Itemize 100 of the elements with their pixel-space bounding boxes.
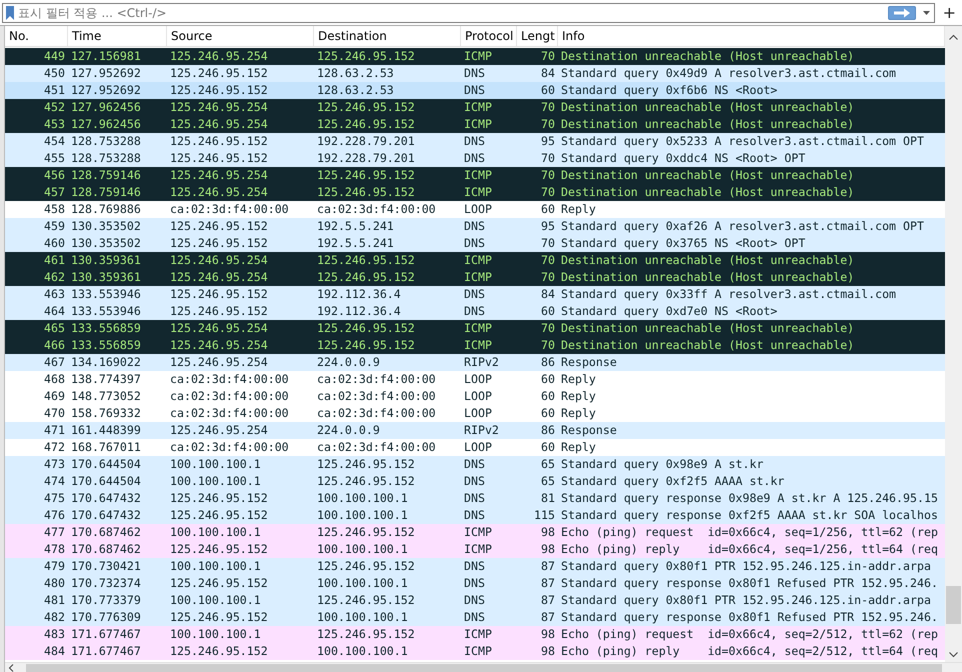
horizontal-scrollbar[interactable] [5,662,962,672]
table-cell-text: 60 [540,405,556,422]
packet-row[interactable]: 482 170.776309 125.246.95.152 100.100.100.1 DNS 87 Standard query response 0x80f1 Refused PTR 152.95.246. [5,609,945,626]
packet-row[interactable]: 449 127.156981 125.246.95.254 125.246.95.152 ICMP 70 Destination unreachable (Host unreachable) [5,48,945,65]
table-cell-text: 70 [540,320,556,337]
scroll-left-icon[interactable] [8,664,14,672]
packet-row[interactable]: 464 133.553946 125.246.95.152 192.112.36.4 DNS 60 Standard query 0xd7e0 NS <Root> [5,303,945,320]
table-cell-text: 60 [540,201,556,218]
table-cell-text: Echo (ping) request id=0x66c4, seq=2/512, ttl=62 (rep [560,626,939,643]
table-cell-text: 125.246.95.152 [169,82,269,99]
table-cell-text: 128.753288 [70,133,142,150]
table-cell-text: 125.246.95.152 [169,235,269,252]
column-header[interactable]: Destination [314,26,461,46]
packet-row[interactable]: 479 170.730421 100.100.100.1 125.246.95.152 DNS 87 Standard query 0x80f1 PTR 152.95.246.125.in-addr.arpa [5,558,945,575]
table-cell-text: DNS [463,303,486,320]
column-header[interactable]: Protocol [461,26,517,46]
arrow-right-icon [892,8,911,18]
packet-row[interactable]: 475 170.647432 125.246.95.152 100.100.100.1 DNS 81 Standard query response 0x98e9 A st.kr A 125.246.95.15 [5,490,945,507]
column-header[interactable]: Source [167,26,314,46]
packet-row[interactable]: 484 171.677467 125.246.95.152 100.100.100.1 ICMP 98 Echo (ping) reply id=0x66c4, seq=2/512, ttl=64 (req [5,643,945,660]
column-header[interactable]: Time [68,26,167,46]
table-cell-text: ca:02:3d:f4:00:00 [169,439,290,456]
table-cell-text: 70 [540,269,556,286]
table-cell-text: Standard query 0xd7e0 NS <Root> [560,303,778,320]
packet-row[interactable]: 459 130.353502 125.246.95.152 192.5.5.241 DNS 95 Standard query 0xaf26 A resolver3.ast.ctmail.com OPT [5,218,945,235]
packet-row[interactable]: 481 170.773379 100.100.100.1 125.246.95.152 DNS 87 Standard query 0x80f1 PTR 152.95.246.125.in-addr.arpa [5,592,945,609]
column-header[interactable]: Lengt [517,26,558,46]
table-cell-text: 192.112.36.4 [316,286,402,303]
packet-row[interactable]: 453 127.962456 125.246.95.254 125.246.95.152 ICMP 70 Destination unreachable (Host unreachable) [5,116,945,133]
scroll-thumb[interactable] [26,664,942,672]
table-cell-text: 125.246.95.152 [169,286,269,303]
table-cell-text: 100.100.100.1 [169,558,262,575]
table-cell-text: 455 [43,150,66,167]
table-cell-text: 465 [43,320,66,337]
table-cell-text: 461 [43,252,66,269]
table-cell-text: 125.246.95.152 [316,48,416,65]
packet-row[interactable]: 463 133.553946 125.246.95.152 192.112.36.4 DNS 84 Standard query 0x33ff A resolver3.ast.ctmail.com [5,286,945,303]
table-cell-text: DNS [463,65,486,82]
table-cell-text: 86 [540,354,556,371]
table-cell-text: 127.962456 [70,116,142,133]
table-cell-text: DNS [463,507,486,524]
packet-row[interactable]: 460 130.353502 125.246.95.152 192.5.5.241 DNS 70 Standard query 0x3765 NS <Root> OPT [5,235,945,252]
packet-row[interactable]: 456 128.759146 125.246.95.254 125.246.95.152 ICMP 70 Destination unreachable (Host unreachable) [5,167,945,184]
table-cell-text: ca:02:3d:f4:00:00 [169,201,290,218]
table-cell-text: 460 [43,235,66,252]
table-cell-text: DNS [463,456,486,473]
table-cell-text: Reply [560,201,597,218]
scroll-thumb[interactable] [946,586,961,624]
table-cell-text: 128.759146 [70,167,142,184]
table-cell-text: 469 [43,388,66,405]
table-cell-text: 170.687462 [70,524,142,541]
packet-row[interactable]: 455 128.753288 125.246.95.152 192.228.79.201 DNS 70 Standard query 0xddc4 NS <Root> OPT [5,150,945,167]
table-cell-text: 170.730421 [70,558,142,575]
packet-row[interactable]: 454 128.753288 125.246.95.152 192.228.79.201 DNS 95 Standard query 0x5233 A resolver3.ast.ctmail.com OPT [5,133,945,150]
table-cell-text: 100.100.100.1 [316,541,409,558]
table-cell-text: ca:02:3d:f4:00:00 [169,405,290,422]
vertical-scrollbar[interactable] [945,26,962,662]
packet-row[interactable]: 474 170.644504 100.100.100.1 125.246.95.152 DNS 65 Standard query 0xf2f5 AAAA st.kr [5,473,945,490]
table-cell-text: 128.63.2.53 [316,65,395,82]
packet-row[interactable]: 466 133.556859 125.246.95.254 125.246.95.152 ICMP 70 Destination unreachable (Host unreachable) [5,337,945,354]
packet-row[interactable]: 480 170.732374 125.246.95.152 100.100.100.1 DNS 87 Standard query response 0x80f1 Refused PTR 152.95.246. [5,575,945,592]
table-cell-text: 65 [540,456,556,473]
table-cell-text: RIPv2 [463,354,500,371]
packet-row[interactable]: 452 127.962456 125.246.95.254 125.246.95.152 ICMP 70 Destination unreachable (Host unreachable) [5,99,945,116]
packet-row[interactable]: 467 134.169022 125.246.95.254 224.0.0.9 RIPv2 86 Response [5,354,945,371]
packet-row[interactable]: 477 170.687462 100.100.100.1 125.246.95.152 ICMP 98 Echo (ping) request id=0x66c4, seq=1/256, ttl=62 (rep [5,524,945,541]
packet-row[interactable]: 451 127.952692 125.246.95.152 128.63.2.53 DNS 60 Standard query 0xf6b6 NS <Root> [5,82,945,99]
packet-row[interactable]: 450 127.952692 125.246.95.152 128.63.2.53 DNS 84 Standard query 0x49d9 A resolver3.ast.ctmail.com [5,65,945,82]
packet-row[interactable]: 462 130.359361 125.246.95.254 125.246.95.152 ICMP 70 Destination unreachable (Host unreachable) [5,269,945,286]
packet-row[interactable]: 457 128.759146 125.246.95.254 125.246.95.152 ICMP 70 Destination unreachable (Host unreachable) [5,184,945,201]
scroll-down-icon[interactable] [949,652,958,658]
column-header[interactable]: No. [5,26,68,46]
packet-row[interactable]: 471 161.448399 125.246.95.254 224.0.0.9 RIPv2 86 Response [5,422,945,439]
table-cell-text: 168.767011 [70,439,142,456]
add-filter-button[interactable]: + [938,4,960,22]
table-cell-text: Destination unreachable (Host unreachable) [560,184,856,201]
packet-row[interactable]: 465 133.556859 125.246.95.254 125.246.95.152 ICMP 70 Destination unreachable (Host unreachable) [5,320,945,337]
packet-row[interactable]: 478 170.687462 125.246.95.152 100.100.100.1 ICMP 98 Echo (ping) reply id=0x66c4, seq=1/256, ttl=64 (req [5,541,945,558]
table-cell-text: 130.359361 [70,269,142,286]
table-cell-text: 98 [540,643,556,660]
filter-field[interactable]: 표시 필터 적용 ... <Ctrl-/> [2,2,935,22]
table-cell-text: 130.353502 [70,235,142,252]
packet-row[interactable]: 461 130.359361 125.246.95.254 125.246.95.152 ICMP 70 Destination unreachable (Host unreachable) [5,252,945,269]
packet-row[interactable]: 473 170.644504 100.100.100.1 125.246.95.152 DNS 65 Standard query 0x98e9 A st.kr [5,456,945,473]
table-cell-text: 133.553946 [70,286,142,303]
table-cell-text: 192.228.79.201 [316,150,416,167]
table-cell-text: 453 [43,116,66,133]
table-cell-text: ICMP [463,337,493,354]
table-cell-text: ICMP [463,48,493,65]
packet-row[interactable]: 476 170.647432 125.246.95.152 100.100.100.1 DNS 115 Standard query response 0xf2f5 AAAA st.kr SOA localhos [5,507,945,524]
table-cell-text: 125.246.95.152 [316,184,416,201]
table-cell-text: 466 [43,337,66,354]
apply-button[interactable] [888,6,916,20]
scroll-up-icon[interactable] [949,34,958,40]
bookmark-icon[interactable] [6,6,14,20]
table-cell-text: 125.246.95.152 [169,575,269,592]
table-cell-text: Standard query response 0x98e9 A st.kr A 125.246.95.15 [560,490,939,507]
table-cell-text: 125.246.95.152 [316,473,416,490]
filter-input[interactable]: 표시 필터 적용 ... <Ctrl-/> [18,6,884,20]
packet-row[interactable]: 483 171.677467 100.100.100.1 125.246.95.152 ICMP 98 Echo (ping) request id=0x66c4, seq=2/512, ttl=62 (rep [5,626,945,643]
